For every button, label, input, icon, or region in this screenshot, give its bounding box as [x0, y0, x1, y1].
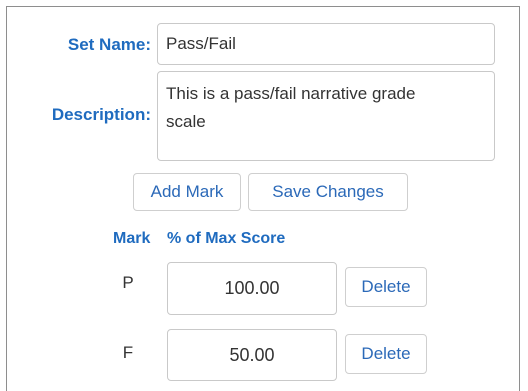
description-textarea[interactable]: This is a pass/fail narrative grade scal…: [157, 71, 495, 161]
score-input[interactable]: 50.00: [167, 329, 337, 381]
save-changes-button[interactable]: Save Changes: [248, 173, 408, 211]
add-mark-button[interactable]: Add Mark: [133, 173, 241, 211]
set-name-label: Set Name:: [67, 35, 151, 54]
description-label: Description:: [51, 105, 151, 124]
mark-cell: P: [122, 273, 134, 292]
set-name-input[interactable]: Pass/Fail: [157, 23, 495, 65]
delete-button[interactable]: Delete: [345, 334, 427, 374]
mark-column-header: Mark: [113, 230, 151, 247]
mark-cell: F: [122, 343, 134, 362]
delete-button[interactable]: Delete: [345, 267, 427, 307]
score-column-header: % of Max Score: [167, 230, 286, 247]
score-input[interactable]: 100.00: [167, 262, 337, 315]
grade-scale-panel: Set Name: Pass/Fail Description: This is…: [6, 6, 520, 391]
